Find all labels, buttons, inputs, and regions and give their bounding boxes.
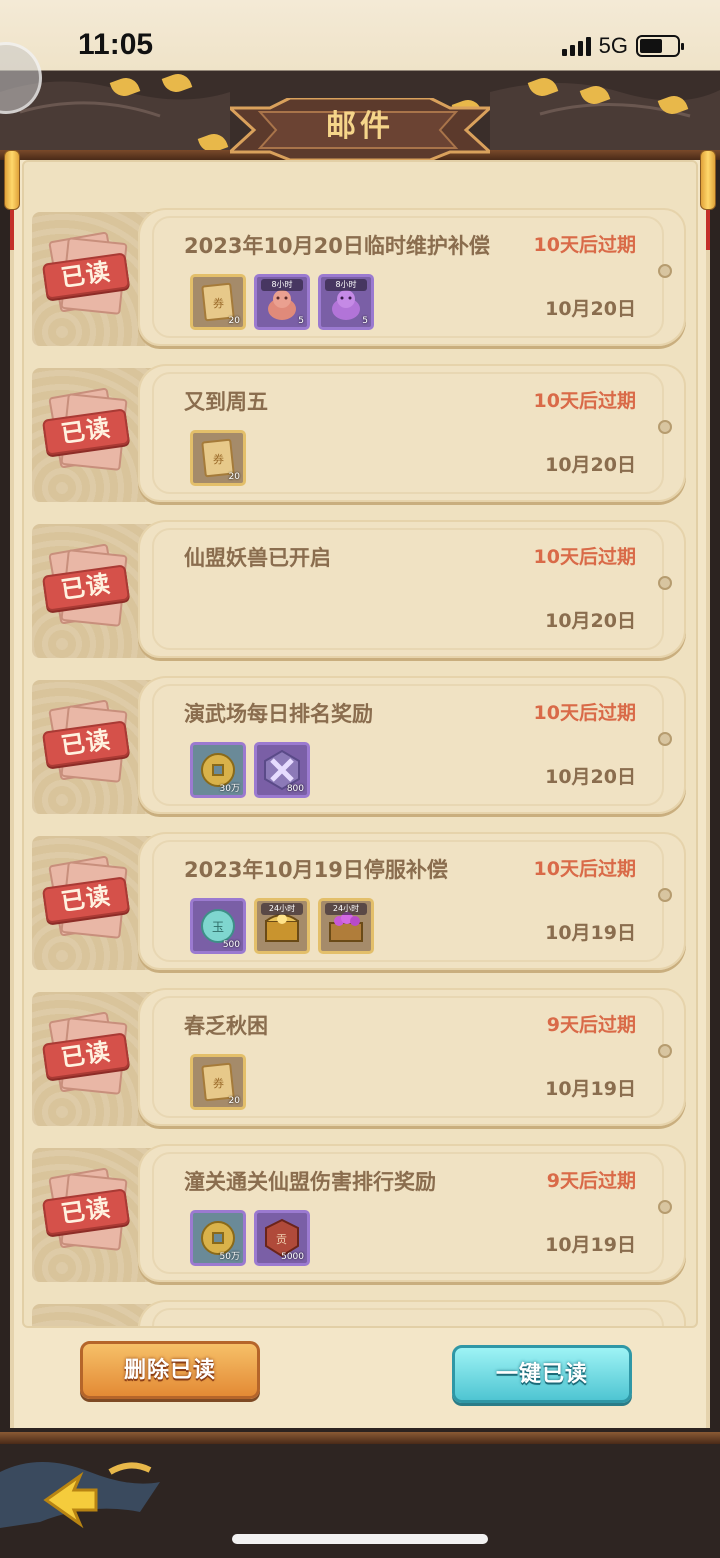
reward-quantity: 20 <box>228 472 240 482</box>
mail-date: 10月20日 <box>545 298 636 320</box>
mail-list: 已读 2023年10月20日临时维护补偿 10天后过期 10月20日券 20 8小时 5 8小… <box>22 160 698 1328</box>
lantern-right-icon <box>700 150 716 250</box>
read-stamp-icon: 已读 <box>40 1167 131 1252</box>
status-indicators: 5G <box>561 33 684 59</box>
mail-item[interactable]: 已读 又到周五 10天后过期 10月20日 券 20 <box>32 364 690 504</box>
reward-list: 券 20 8小时 5 8小时 5 <box>190 274 374 330</box>
pink-pig-icon[interactable]: 8小时 5 <box>254 274 310 330</box>
mail-title: 潼关通关仙盟伤害排行奖励 <box>184 1170 436 1194</box>
signal-icon <box>561 36 591 56</box>
svg-text:券: 券 <box>213 1076 224 1090</box>
mail-date: 10月20日 <box>545 766 636 788</box>
svg-text:券: 券 <box>213 296 224 310</box>
reward-duration-tag: 24小时 <box>261 903 303 915</box>
mail-title: 春乏秋困 <box>184 1014 268 1038</box>
mail-expire-label: 9天后过期 <box>546 1170 636 1192</box>
read-all-button[interactable]: 一键已读 <box>452 1345 632 1403</box>
gold-chest-icon[interactable]: 24小时 <box>254 898 310 954</box>
mail-item[interactable]: 已读 春乏秋困 9天后过期 10月19日 券 20 <box>32 988 690 1128</box>
reward-quantity: 5000 <box>281 1252 304 1262</box>
mail-expire-label: 10天后过期 <box>533 858 636 880</box>
mail-title: 演武场每日排名奖励 <box>184 702 373 726</box>
reward-quantity: 5 <box>362 316 368 326</box>
reward-list: 30万 800 <box>190 742 310 798</box>
title-plaque: 邮件 <box>226 96 494 162</box>
mail-title: 2023年10月19日停服补偿 <box>184 858 448 882</box>
svg-text:券: 券 <box>213 452 224 466</box>
read-stamp-icon: 已读 <box>40 543 131 628</box>
delete-read-button[interactable]: 删除已读 <box>80 1341 260 1399</box>
reward-duration-tag: 24小时 <box>325 903 367 915</box>
reward-quantity: 30万 <box>219 784 240 794</box>
mail-expire-label: 10天后过期 <box>533 234 636 256</box>
mail-date: 10月19日 <box>545 1078 636 1100</box>
mail-expire-label: 10天后过期 <box>533 702 636 724</box>
mail-item[interactable]: 已读 演武场每日排名奖励 10天后过期 10月20日 30万 800 <box>32 676 690 816</box>
badge-icon[interactable]: 贡 5000 <box>254 1210 310 1266</box>
svg-text:贡: 贡 <box>276 1233 287 1246</box>
ticket-icon[interactable]: 券 20 <box>190 430 246 486</box>
reward-quantity: 500 <box>222 940 240 950</box>
read-stamp-icon: 已读 <box>40 231 131 316</box>
mail-item[interactable]: 已读 潼关通关仙盟伤害排行奖励 9天后过期 10月19日 50万 贡 5000 <box>32 1144 690 1284</box>
mail-card[interactable] <box>138 520 686 658</box>
reward-quantity: 50万 <box>219 1252 240 1262</box>
mail-expire-label: 9天后过期 <box>546 1014 636 1036</box>
page-title: 邮件 <box>326 109 394 144</box>
svg-text:玉: 玉 <box>212 920 224 934</box>
mail-date: 10月19日 <box>545 1234 636 1256</box>
purple-pig-icon[interactable]: 8小时 5 <box>318 274 374 330</box>
reward-list: 券 20 <box>190 1054 246 1110</box>
network-label: 5G <box>598 33 628 58</box>
mail-title: 2023年10月20日临时维护补偿 <box>184 234 490 258</box>
reward-list: 50万 贡 5000 <box>190 1210 310 1266</box>
reward-list: 券 20 <box>190 430 246 486</box>
status-bar: 11:05 5G <box>0 0 720 95</box>
reward-quantity: 800 <box>286 784 304 794</box>
home-indicator[interactable] <box>232 1534 488 1544</box>
reward-duration-tag: 8小时 <box>261 279 303 291</box>
purple-chest-icon[interactable]: 24小时 <box>318 898 374 954</box>
mail-item[interactable]: 已读 2023年10月20日临时维护补偿 10天后过期 10月20日券 20 8小时 5 8小… <box>32 208 690 348</box>
reward-quantity: 20 <box>228 316 240 326</box>
lantern-left-icon <box>4 150 20 250</box>
read-stamp-icon: 已读 <box>40 699 131 784</box>
mail-item[interactable]: 已读 2023年10月19日停服补偿 10天后过期 10月19日 玉 500 24小时 24小… <box>32 832 690 972</box>
mail-item-partial[interactable] <box>32 1300 690 1326</box>
mail-date: 10月20日 <box>545 454 636 476</box>
mail-item[interactable]: 已读 仙盟妖兽已开启 10天后过期 10月20日 <box>32 520 690 660</box>
reward-duration-tag: 8小时 <box>325 279 367 291</box>
mail-date: 10月20日 <box>545 610 636 632</box>
mail-expire-label: 10天后过期 <box>533 390 636 412</box>
mail-date: 10月19日 <box>545 922 636 944</box>
jade-coin-icon[interactable]: 玉 500 <box>190 898 246 954</box>
read-stamp-icon: 已读 <box>40 1011 131 1096</box>
mail-title: 仙盟妖兽已开启 <box>184 546 331 570</box>
reward-list: 玉 500 24小时 24小时 <box>190 898 374 954</box>
copper-coin-icon[interactable]: 50万 <box>190 1210 246 1266</box>
ticket-icon[interactable]: 券 20 <box>190 274 246 330</box>
scroll-rod-bottom <box>0 1432 720 1444</box>
ticket-icon[interactable]: 券 20 <box>190 1054 246 1110</box>
crossed-swords-icon[interactable]: 800 <box>254 742 310 798</box>
read-stamp-icon: 已读 <box>40 387 131 472</box>
reward-quantity: 5 <box>298 316 304 326</box>
copper-coin-icon[interactable]: 30万 <box>190 742 246 798</box>
reward-quantity: 20 <box>228 1096 240 1106</box>
read-stamp-icon: 已读 <box>40 855 131 940</box>
status-time: 11:05 <box>78 28 154 61</box>
mail-expire-label: 10天后过期 <box>533 546 636 568</box>
back-arrow-icon[interactable] <box>40 1470 100 1530</box>
battery-icon <box>636 35 684 57</box>
mail-title: 又到周五 <box>184 390 268 414</box>
